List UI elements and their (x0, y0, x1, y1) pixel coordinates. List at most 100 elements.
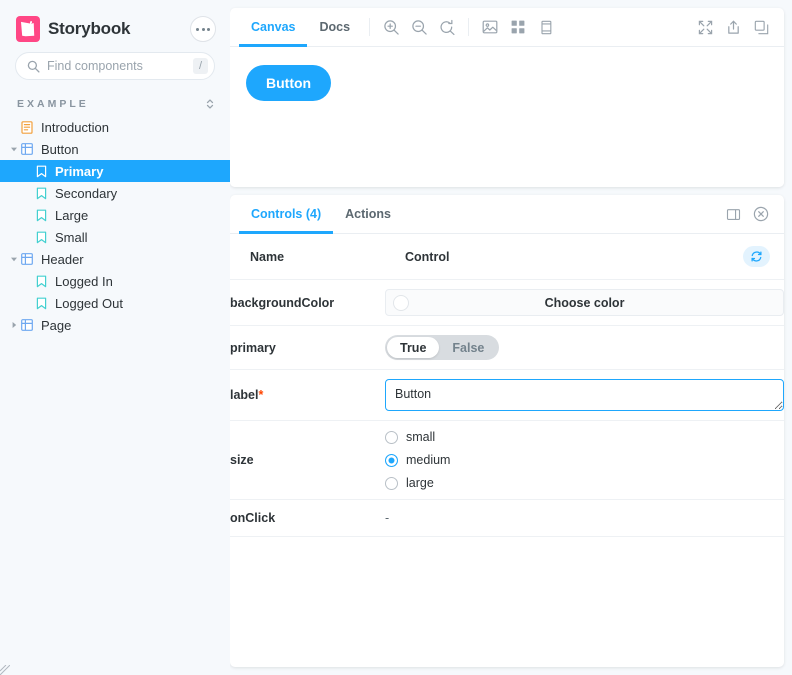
tab-canvas-label: Canvas (251, 20, 296, 34)
tab-actions[interactable]: Actions (333, 195, 403, 233)
zoom-out-icon[interactable] (405, 8, 433, 46)
control-row-primary: primary True False (230, 325, 784, 370)
control-widget-size: small medium large (385, 420, 784, 500)
sidebar-resize-handle[interactable] (0, 665, 10, 675)
section-header: EXAMPLE (0, 80, 230, 116)
story-bookmark-icon (34, 296, 48, 310)
tree-item-button[interactable]: Button (0, 138, 230, 160)
control-name-label: backgroundColor (230, 295, 335, 310)
tree-item-label: Button (41, 141, 79, 157)
tree-item-primary[interactable]: Primary (0, 160, 230, 182)
search-input[interactable] (47, 59, 193, 73)
tree-item-small[interactable]: Small (0, 226, 230, 248)
tab-controls-label: Controls (4) (251, 207, 322, 221)
addon-toolbar-spacer (403, 195, 719, 233)
copy-icon[interactable] (747, 8, 775, 46)
sort-chevrons-icon[interactable] (205, 98, 215, 110)
story-bookmark-icon (34, 230, 48, 244)
brand-name: Storybook (48, 19, 131, 38)
background-image-icon[interactable] (476, 8, 504, 46)
canvas-preview: Button (230, 47, 784, 187)
control-widget-onClick: - (385, 499, 784, 537)
boolean-option-true[interactable]: True (387, 337, 440, 358)
color-picker-backgroundColor[interactable]: Choose color (385, 289, 784, 316)
radio-label: medium (406, 453, 451, 467)
control-name-size: size (230, 420, 385, 500)
toolbar-divider-1 (369, 18, 371, 36)
chevron-right-icon[interactable] (8, 321, 20, 329)
radio-indicator[interactable] (385, 476, 398, 490)
control-row-label: label* (230, 369, 784, 421)
tab-docs-label: Docs (319, 20, 351, 34)
tab-docs[interactable]: Docs (307, 8, 362, 46)
tree-item-secondary[interactable]: Secondary (0, 182, 230, 204)
tree-item-logged-out[interactable]: Logged Out (0, 292, 230, 314)
boolean-option-false[interactable]: False (439, 337, 497, 358)
control-name-backgroundColor: backgroundColor (230, 279, 385, 326)
radio-indicator[interactable] (385, 453, 398, 467)
radio-option-large[interactable]: large (385, 476, 784, 490)
tree-item-logged-in[interactable]: Logged In (0, 270, 230, 292)
control-widget-label (385, 369, 784, 421)
grid-icon[interactable] (504, 8, 532, 46)
tree-item-header[interactable]: Header (0, 248, 230, 270)
fullscreen-icon[interactable] (691, 8, 719, 46)
tree-item-introduction[interactable]: Introduction (0, 116, 230, 138)
panel-position-icon[interactable] (719, 195, 747, 233)
empty-value: - (385, 511, 390, 525)
section-title: EXAMPLE (17, 98, 89, 110)
radio-label: small (406, 430, 436, 444)
brand-home-link[interactable]: S Storybook (16, 16, 190, 42)
sidebar-header: S Storybook (0, 0, 230, 42)
controls-table-head: Name Control (230, 234, 784, 280)
controls-table-body: backgroundColor Choose color primary True Fa… (230, 279, 784, 537)
control-name-label: size (230, 453, 254, 467)
control-name-label: label (230, 388, 259, 402)
header-name: Name (230, 234, 385, 280)
refresh-icon[interactable] (743, 246, 770, 267)
control-name-primary: primary (230, 325, 385, 370)
zoom-in-icon[interactable] (377, 8, 405, 46)
preview-button[interactable]: Button (246, 65, 332, 101)
tab-canvas[interactable]: Canvas (239, 8, 308, 47)
chevron-down-icon[interactable] (8, 145, 20, 153)
search-container: / (0, 40, 230, 80)
component-grid-icon (20, 252, 34, 266)
zoom-reset-icon[interactable] (433, 8, 461, 46)
color-swatch (393, 294, 409, 311)
text-input-label[interactable] (385, 379, 784, 411)
radio-option-medium[interactable]: medium (385, 453, 784, 467)
ellipsis-icon[interactable] (190, 16, 216, 42)
share-open-new-tab-icon[interactable] (719, 8, 747, 46)
tree-item-large[interactable]: Large (0, 204, 230, 226)
control-name-label: primary (230, 340, 276, 355)
control-name-label: label* (230, 369, 385, 421)
chevron-down-icon[interactable] (8, 255, 20, 263)
radio-label: large (406, 476, 434, 490)
story-bookmark-icon (34, 274, 48, 288)
addon-toolbar: Controls (4) Actions (230, 195, 784, 234)
tab-controls[interactable]: Controls (4) (239, 195, 334, 234)
component-grid-icon (20, 142, 34, 156)
close-circle-icon[interactable] (747, 195, 775, 233)
radio-indicator[interactable] (385, 430, 398, 444)
boolean-toggle-primary[interactable]: True False (385, 335, 500, 360)
sidebar: S Storybook / EXAMPLE (0, 0, 230, 675)
search-box[interactable]: / (15, 52, 215, 80)
control-name-onClick: onClick (230, 499, 385, 537)
tree-item-label: Header (41, 251, 84, 267)
tree-item-label: Large (55, 207, 89, 223)
radio-option-small[interactable]: small (385, 430, 784, 444)
component-grid-icon (20, 318, 34, 332)
story-tree: Introduction Button Primary Secondary Large S… (0, 116, 230, 336)
measure-icon[interactable] (532, 8, 560, 46)
story-bookmark-icon (34, 208, 48, 222)
tree-item-label: Secondary (55, 185, 118, 201)
story-bookmark-icon (34, 186, 48, 200)
search-shortcut-key: / (193, 58, 208, 74)
tree-item-page[interactable]: Page (0, 314, 230, 336)
tab-actions-label: Actions (345, 207, 391, 221)
color-placeholder: Choose color (544, 295, 625, 310)
tree-item-label: Small (55, 229, 88, 245)
